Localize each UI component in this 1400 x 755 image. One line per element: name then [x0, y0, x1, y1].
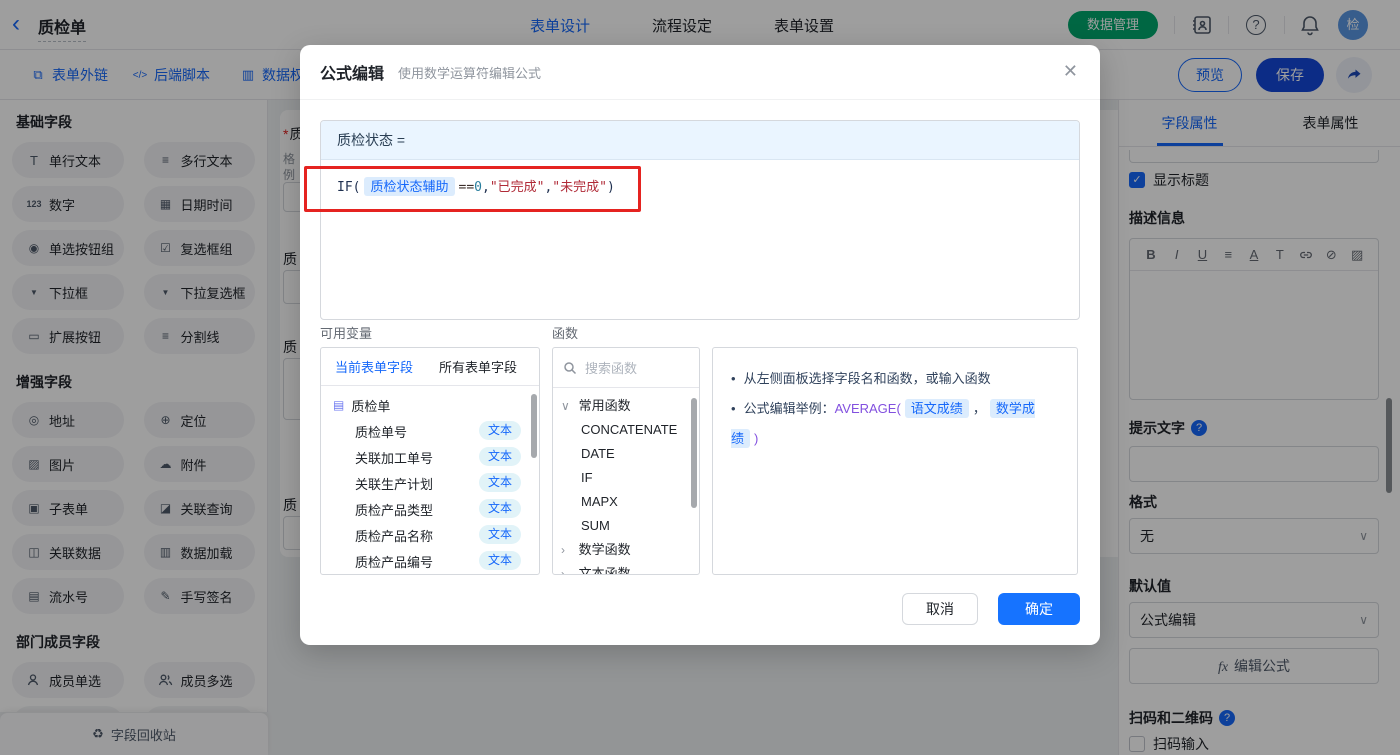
function-item[interactable]: CONCATENATE	[553, 418, 699, 442]
variables-section-label: 可用变量	[320, 326, 373, 341]
function-group-common[interactable]: ∨ 常用函数	[553, 394, 699, 418]
tip-line-1: • 从左侧面板选择字段名和函数，或输入函数	[731, 371, 991, 386]
chevron-right-icon: ›	[561, 543, 565, 557]
functions-scrollbar[interactable]	[691, 398, 697, 508]
variable-item[interactable]: 质检产品名称 文本	[321, 522, 539, 548]
close-icon[interactable]: ✕	[1063, 61, 1078, 82]
formula-string: "未完成"	[552, 180, 607, 195]
variable-item[interactable]: 关联生产计划 文本	[321, 470, 539, 496]
tip-line-2: • 公式编辑举例：AVERAGE(语文成绩，数学成绩)	[731, 399, 1035, 448]
formula-operator: ==	[458, 180, 475, 195]
function-group-text[interactable]: › 文本函数	[553, 562, 699, 575]
function-item[interactable]: IF	[553, 466, 699, 490]
tab-all-form-fields[interactable]: 所有表单字段	[439, 357, 517, 376]
example-field-chip: 语文成绩	[904, 399, 969, 418]
tips-panel: • 从左侧面板选择字段名和函数，或输入函数 • 公式编辑举例：AVERAGE(语文成…	[712, 347, 1078, 575]
variables-tabs: 当前表单字段 所有表单字段	[321, 348, 539, 386]
variable-item[interactable]: 质检单号 文本	[321, 418, 539, 444]
functions-panel: 搜索函数 ∨ 常用函数 CONCATENATE DATE IF MAPX SUM…	[552, 347, 700, 575]
variable-item[interactable]: 关联加工单号 文本	[321, 444, 539, 470]
variable-item[interactable]: 质检产品类型 文本	[321, 496, 539, 522]
search-icon	[564, 361, 577, 374]
function-group-math[interactable]: › 数学函数	[553, 538, 699, 562]
modal-subtitle: 使用数学运算符编辑公式	[398, 65, 542, 81]
cancel-button[interactable]: 取消	[902, 593, 978, 625]
formula-field-chip[interactable]: 质检状态辅助	[364, 177, 455, 196]
variables-tree-root[interactable]: ▤ 质检单	[321, 392, 539, 418]
confirm-button[interactable]: 确定	[998, 593, 1080, 625]
type-tag: 文本	[478, 473, 521, 492]
functions-section-label: 函数	[552, 326, 579, 341]
tab-current-form-fields[interactable]: 当前表单字段	[335, 357, 413, 376]
search-placeholder: 搜索函数	[585, 361, 638, 376]
chevron-down-icon: ∨	[561, 399, 570, 413]
type-tag: 文本	[478, 421, 521, 440]
variable-item[interactable]: 质检产品编号 文本	[321, 548, 539, 574]
formula-box: 质检状态 = IF(质检状态辅助 ==0,"已完成","未完成")	[320, 120, 1080, 320]
type-tag: 文本	[478, 551, 521, 570]
type-tag: 文本	[478, 447, 521, 466]
function-item[interactable]: SUM	[553, 514, 699, 538]
formula-edit-modal: 公式编辑 使用数学运算符编辑公式 ✕ 质检状态 = IF(质检状态辅助 ==0,"…	[300, 45, 1100, 645]
modal-footer: 取消 确定	[902, 593, 1080, 625]
function-item[interactable]: DATE	[553, 442, 699, 466]
variables-scrollbar[interactable]	[531, 394, 537, 458]
function-search[interactable]: 搜索函数	[553, 348, 699, 388]
formula-editor[interactable]: IF(质检状态辅助 ==0,"已完成","未完成")	[321, 160, 1079, 211]
variables-panel: 当前表单字段 所有表单字段 ▤ 质检单 质检单号 文本 关联加工单号 文本 关联生产…	[320, 347, 540, 575]
formula-function-token: IF(	[337, 180, 361, 195]
formula-number: 0	[474, 180, 482, 195]
form-doc-icon: ▤	[333, 398, 345, 412]
function-item[interactable]: MAPX	[553, 490, 699, 514]
type-tag: 文本	[478, 499, 521, 518]
average-function-token: AVERAGE(	[834, 401, 901, 416]
modal-header: 公式编辑 使用数学运算符编辑公式	[300, 45, 1100, 100]
formula-string: "已完成"	[489, 180, 545, 195]
formula-target: 质检状态 =	[321, 121, 1079, 160]
type-tag: 文本	[478, 525, 521, 544]
modal-title: 公式编辑	[320, 66, 385, 83]
chevron-right-icon: ›	[561, 567, 565, 575]
